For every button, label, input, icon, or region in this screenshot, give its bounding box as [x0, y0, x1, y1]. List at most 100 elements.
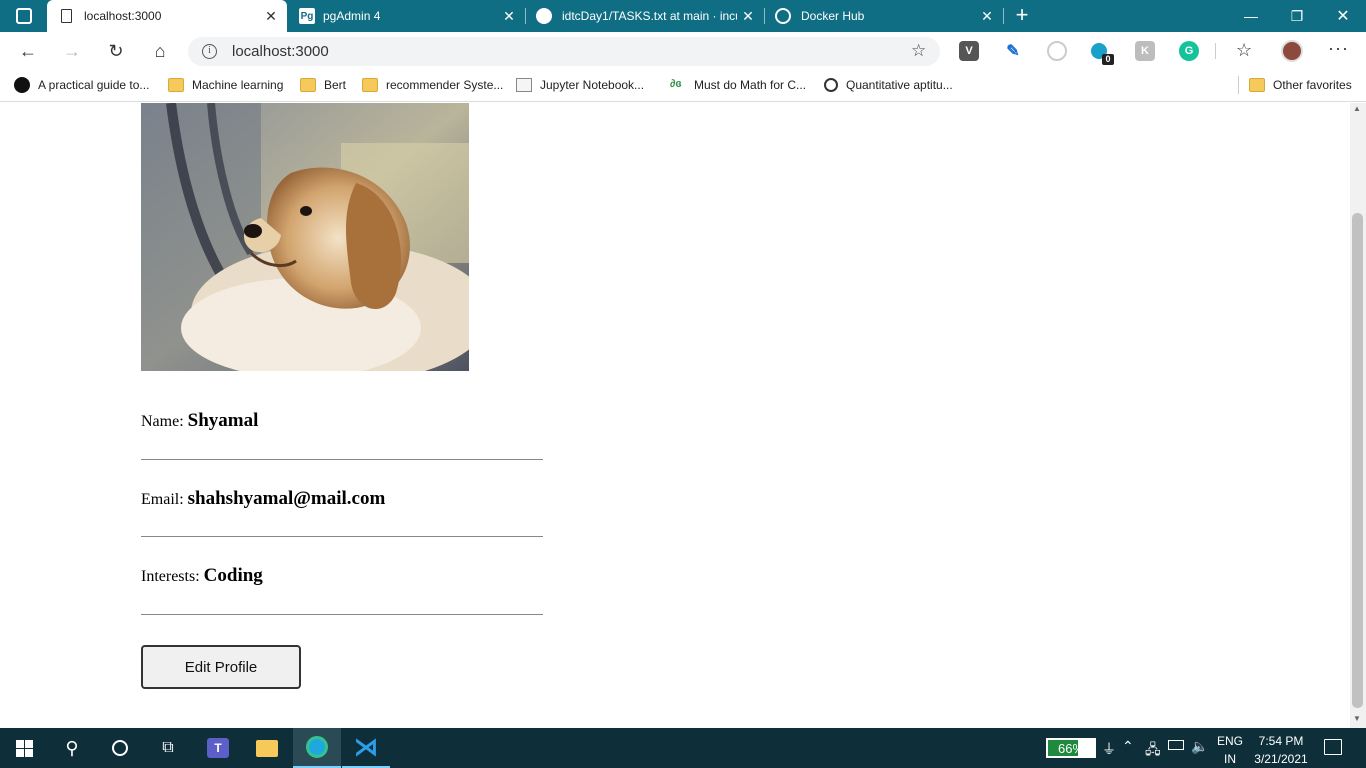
add-favorite-icon[interactable]: ☆	[911, 41, 926, 61]
bookmark-label: Other favorites	[1273, 78, 1352, 92]
profile-avatar[interactable]	[1281, 40, 1303, 62]
url-text[interactable]: localhost:3000	[232, 43, 329, 60]
network-icon[interactable]: 🖧	[1145, 739, 1161, 763]
bookmark-practical-guide[interactable]: A practical guide to...	[14, 76, 149, 94]
favorites-icon[interactable]: ☆	[1236, 40, 1252, 61]
close-icon[interactable]: ✕	[263, 8, 279, 24]
page-icon	[61, 9, 72, 23]
tab-title: localhost:3000	[84, 9, 162, 23]
folder-icon	[300, 78, 316, 92]
cortana-button[interactable]	[96, 728, 144, 768]
bookmark-label: Bert	[324, 78, 347, 92]
clock-extension-icon[interactable]	[1047, 41, 1067, 61]
bookmark-machine-learning[interactable]: Machine learning	[168, 76, 283, 94]
region-code: IN	[1224, 752, 1236, 766]
tab-title: idtcDay1/TASKS.txt at main · incu	[562, 9, 737, 23]
home-button[interactable]: ⌂	[144, 35, 176, 67]
gfg-icon: ∂ɞ	[670, 78, 682, 90]
toolbar-divider	[1215, 43, 1216, 59]
page-content: Name: Shyamal Email: shahshyamal@mail.co…	[0, 103, 1350, 728]
folder-icon	[168, 78, 184, 92]
clock-date: 3/21/2021	[1254, 752, 1308, 766]
docker-icon	[775, 8, 791, 24]
teams-button[interactable]: T	[194, 728, 242, 768]
medium-icon	[14, 77, 30, 93]
tab-title: pgAdmin 4	[323, 9, 381, 23]
forward-button[interactable]: →	[56, 35, 88, 67]
search-icon: ⚲	[65, 737, 79, 758]
more-menu-icon[interactable]: ···	[1328, 38, 1349, 59]
bookmark-label: Machine learning	[192, 78, 284, 92]
close-icon[interactable]: ✕	[979, 8, 995, 24]
back-button[interactable]: ←	[12, 35, 44, 67]
other-favorites[interactable]: Other favorites	[1249, 76, 1352, 94]
folder-icon	[362, 78, 378, 92]
info-icon[interactable]: i	[202, 44, 217, 59]
new-tab-button[interactable]: +	[1010, 4, 1034, 28]
scroll-up-arrow[interactable]: ▲	[1353, 104, 1361, 113]
interests-value: Coding	[203, 565, 263, 586]
tab-github[interactable]: idtcDay1/TASKS.txt at main · incu ✕	[526, 0, 764, 32]
grammarly-icon[interactable]: G	[1179, 41, 1199, 61]
folder-icon	[256, 739, 278, 757]
battery-indicator[interactable]: 66%	[1046, 738, 1096, 758]
close-icon[interactable]: ✕	[740, 8, 756, 24]
bookmark-bert[interactable]: Bert	[300, 76, 346, 94]
start-button[interactable]	[0, 728, 48, 768]
search-button[interactable]: ⚲	[48, 728, 96, 768]
tab-pgadmin[interactable]: Pg pgAdmin 4 ✕	[287, 0, 525, 32]
edge-button[interactable]	[293, 728, 341, 768]
tab-strip: localhost:3000 ✕ Pg pgAdmin 4 ✕ idtcDay1…	[0, 0, 1366, 32]
email-value: shahshyamal@mail.com	[187, 488, 386, 509]
task-view-icon: ⧉	[162, 739, 174, 756]
k-extension-icon[interactable]: K	[1135, 41, 1155, 61]
profile-photo	[141, 103, 469, 371]
battery-percent: 66%	[1057, 741, 1085, 756]
edit-profile-button[interactable]: Edit Profile	[141, 645, 301, 689]
volume-icon[interactable]: 🔈	[1191, 738, 1208, 755]
clock-time: 7:54 PM	[1258, 734, 1304, 748]
pen-extension-icon[interactable]: ✎	[1003, 41, 1023, 61]
tab-docker[interactable]: Docker Hub ✕	[765, 0, 1003, 32]
divider	[141, 614, 543, 615]
clock[interactable]: 7:54 PM 3/21/2021	[1252, 734, 1310, 766]
vimium-extension-icon[interactable]: V	[959, 41, 979, 61]
task-view-button[interactable]: ⧉	[144, 728, 192, 768]
notification-icon[interactable]	[1324, 739, 1342, 755]
close-icon[interactable]: ✕	[501, 8, 517, 24]
bookmark-quant[interactable]: Quantitative aptitu...	[824, 76, 953, 94]
teams-icon: T	[207, 738, 229, 758]
file-explorer-button[interactable]	[243, 728, 291, 768]
bookmarks-divider	[1238, 76, 1239, 94]
divider	[141, 459, 543, 460]
close-window-button[interactable]: ✕	[1320, 0, 1366, 32]
scrollbar-thumb[interactable]	[1352, 213, 1363, 708]
bookmark-label: A practical guide to...	[38, 78, 150, 92]
restore-button[interactable]: ❐	[1274, 0, 1320, 32]
bookmark-jupyter[interactable]: Jupyter Notebook...	[516, 76, 644, 94]
bookmark-label: recommender Syste...	[386, 78, 504, 92]
name-value: Shyamal	[187, 410, 259, 431]
minimize-button[interactable]: —	[1228, 0, 1274, 32]
refresh-button[interactable]: ↻	[100, 35, 132, 67]
battery-icon[interactable]	[1168, 740, 1184, 750]
divider	[141, 536, 543, 537]
bookmark-label: Jupyter Notebook...	[540, 78, 645, 92]
bookmark-recommender[interactable]: recommender Syste...	[362, 76, 503, 94]
folder-icon	[1249, 78, 1265, 92]
tab-localhost[interactable]: localhost:3000 ✕	[47, 0, 287, 32]
tab-actions-icon[interactable]	[16, 8, 32, 24]
bookmark-label: Must do Math for C...	[694, 78, 807, 92]
notebook-icon	[516, 78, 532, 92]
interests-label: Interests:	[141, 568, 200, 585]
windows-icon	[15, 739, 33, 757]
chevron-up-icon[interactable]: ⌃	[1122, 738, 1134, 755]
vscode-button[interactable]: ⋊	[342, 728, 390, 768]
bookmark-math[interactable]: ∂ɞ Must do Math for C...	[670, 76, 806, 94]
plug-icon: ⏚	[1102, 741, 1116, 757]
scroll-down-arrow[interactable]: ▼	[1353, 714, 1361, 723]
tab-separator	[1003, 8, 1004, 24]
language-indicator[interactable]: ENG IN	[1214, 734, 1246, 766]
cortana-icon	[112, 740, 128, 756]
google-icon	[824, 78, 838, 92]
